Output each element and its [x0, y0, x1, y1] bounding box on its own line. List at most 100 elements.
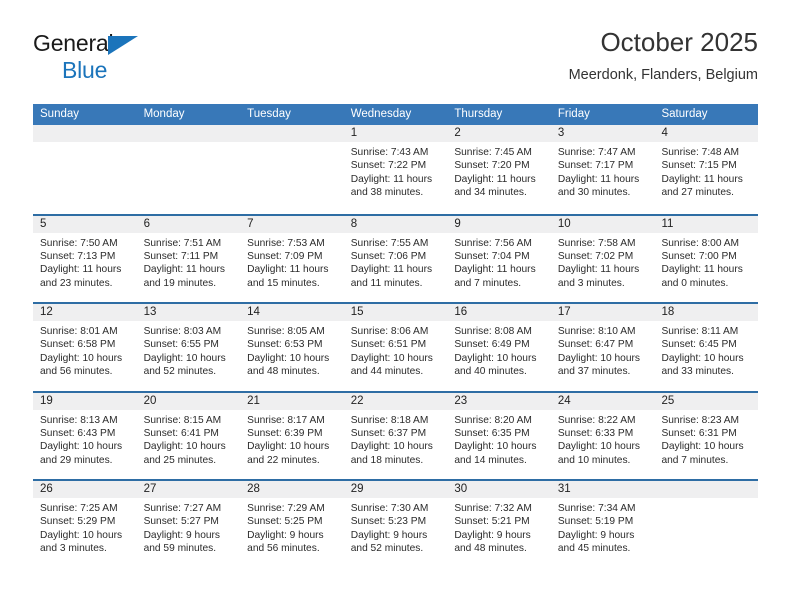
- day-cell-2[interactable]: 2 Sunrise: 7:45 AM Sunset: 7:20 PM Daylight…: [447, 125, 551, 214]
- day-sun-info: Sunrise: 7:55 AM Sunset: 7:06 PM Daylight:…: [344, 233, 448, 291]
- day-cell-23[interactable]: 23 Sunrise: 8:20 AM Sunset: 6:35 PM Dayligh…: [447, 392, 551, 479]
- day-cell-26[interactable]: 26 Sunrise: 7:25 AM Sunset: 5:29 PM Dayligh…: [33, 481, 137, 568]
- day-cell-18[interactable]: 18 Sunrise: 8:11 AM Sunset: 6:45 PM Dayligh…: [654, 304, 759, 391]
- day-sun-info: Sunrise: 7:25 AM Sunset: 5:29 PM Daylight:…: [33, 498, 137, 556]
- sunrise-text: Sunrise: 8:10 AM: [557, 326, 636, 337]
- sunset-text: Sunset: 5:25 PM: [247, 516, 323, 528]
- daylight-text-line1: Daylight: 10 hours: [40, 529, 123, 541]
- sunrise-text: Sunrise: 8:00 AM: [661, 237, 740, 249]
- day-number: 14: [240, 304, 344, 321]
- daylight-text-line2: and 52 minutes.: [350, 543, 424, 555]
- day-cell-25[interactable]: 25 Sunrise: 8:23 AM Sunset: 6:31 PM Dayligh…: [654, 392, 759, 479]
- sunrise-text: Sunrise: 8:22 AM: [557, 414, 636, 426]
- day-sun-info: Sunrise: 8:08 AM Sunset: 6:49 PM Daylight:…: [447, 321, 551, 379]
- sunset-text: Sunset: 6:37 PM: [350, 427, 427, 439]
- day-cell-21[interactable]: 21 Sunrise: 8:17 AM Sunset: 6:39 PM Dayligh…: [240, 392, 344, 479]
- calendar-week-row: 26 Sunrise: 7:25 AM Sunset: 5:29 PM Dayligh…: [33, 479, 759, 568]
- sunset-text: Sunset: 7:02 PM: [557, 250, 634, 262]
- sunrise-text: Sunrise: 8:05 AM: [247, 326, 325, 337]
- calendar-grid: Sunday Monday Tuesday Wednesday Thursday Frid…: [33, 104, 759, 568]
- day-cell-27[interactable]: 27 Sunrise: 7:27 AM Sunset: 5:27 PM Dayligh…: [136, 481, 241, 568]
- day-cell-1[interactable]: 1 Sunrise: 7:43 AM Sunset: 7:22 PM Daylight…: [343, 125, 448, 214]
- day-number: 3: [550, 125, 655, 142]
- daylight-text-line2: and 48 minutes.: [247, 366, 320, 378]
- calendar-week-row: 1 Sunrise: 7:43 AM Sunset: 7:22 PM Daylight…: [33, 125, 759, 214]
- day-cell-5[interactable]: 5 Sunrise: 7:50 AM Sunset: 7:13 PM Daylight…: [33, 215, 137, 302]
- daylight-text-line2: and 33 minutes.: [661, 366, 734, 378]
- sunset-text: Sunset: 7:15 PM: [661, 160, 737, 172]
- day-sun-info: Sunrise: 7:34 AM Sunset: 5:19 PM Daylight:…: [551, 498, 655, 556]
- daylight-text-line1: Daylight: 10 hours: [454, 441, 537, 453]
- day-sun-info: Sunrise: 8:11 AM Sunset: 6:45 PM Daylight:…: [654, 321, 758, 379]
- day-cell-16[interactable]: 16 Sunrise: 8:08 AM Sunset: 6:49 PM Dayligh…: [447, 304, 551, 391]
- day-cell-14[interactable]: 14 Sunrise: 8:05 AM Sunset: 6:53 PM Dayligh…: [240, 304, 344, 391]
- day-number: 10: [550, 215, 655, 233]
- day-cell-15[interactable]: 15 Sunrise: 8:06 AM Sunset: 6:51 PM Dayligh…: [343, 304, 448, 391]
- day-cell-7[interactable]: 7 Sunrise: 7:53 AM Sunset: 7:09 PM Daylight…: [240, 215, 344, 302]
- weekday-header-thursday: Thursday: [454, 108, 503, 120]
- day-cell-empty: [240, 125, 344, 214]
- sunset-text: Sunset: 5:29 PM: [40, 516, 116, 528]
- day-cell-12[interactable]: 12 Sunrise: 8:01 AM Sunset: 6:58 PM Dayligh…: [33, 304, 137, 391]
- daylight-text-line1: Daylight: 10 hours: [143, 441, 226, 453]
- daylight-text-line2: and 3 minutes.: [557, 277, 625, 289]
- sunset-text: Sunset: 7:13 PM: [40, 250, 116, 262]
- title-block: October 2025 Meerdonk, Flanders, Belgium: [569, 26, 758, 84]
- day-number: [654, 481, 759, 498]
- sunrise-text: Sunrise: 7:48 AM: [661, 147, 740, 158]
- day-cell-28[interactable]: 28 Sunrise: 7:29 AM Sunset: 5:25 PM Dayligh…: [240, 481, 344, 568]
- day-cell-30[interactable]: 30 Sunrise: 7:32 AM Sunset: 5:21 PM Dayligh…: [447, 481, 551, 568]
- logo-text-blue: Blue: [62, 57, 108, 83]
- sunrise-text: Sunrise: 8:03 AM: [143, 326, 222, 337]
- day-cell-22[interactable]: 22 Sunrise: 8:18 AM Sunset: 6:37 PM Dayligh…: [343, 392, 448, 479]
- day-sun-info: Sunrise: 8:06 AM Sunset: 6:51 PM Daylight:…: [344, 321, 448, 379]
- day-number: 27: [136, 481, 241, 498]
- daylight-text-line2: and 18 minutes.: [350, 454, 424, 466]
- daylight-text-line2: and 3 minutes.: [40, 543, 107, 555]
- day-cell-4[interactable]: 4 Sunrise: 7:48 AM Sunset: 7:15 PM Daylight…: [654, 125, 759, 214]
- daylight-text-line1: Daylight: 9 hours: [350, 529, 428, 541]
- day-cell-19[interactable]: 19 Sunrise: 8:13 AM Sunset: 6:43 PM Dayligh…: [33, 392, 137, 479]
- day-number: 11: [654, 215, 759, 233]
- day-sun-info: Sunrise: 7:58 AM Sunset: 7:02 PM Daylight:…: [551, 233, 655, 291]
- sunrise-text: Sunrise: 8:11 AM: [661, 326, 739, 337]
- day-cell-11[interactable]: 11 Sunrise: 8:00 AM Sunset: 7:00 PM Dayligh…: [654, 215, 759, 302]
- sunset-text: Sunset: 7:09 PM: [247, 250, 323, 262]
- weekday-header-row: Sunday Monday Tuesday Wednesday Thursday Frid…: [33, 104, 758, 125]
- day-number: 28: [240, 481, 344, 498]
- day-number: 29: [343, 481, 448, 498]
- day-cell-empty: [33, 125, 137, 214]
- triangle-icon: [108, 36, 138, 55]
- day-cell-3[interactable]: 3 Sunrise: 7:47 AM Sunset: 7:17 PM Daylight…: [550, 125, 655, 214]
- day-cell-31[interactable]: 31 Sunrise: 7:34 AM Sunset: 5:19 PM Dayligh…: [550, 481, 655, 568]
- daylight-text-line2: and 34 minutes.: [454, 187, 527, 199]
- daylight-text-line1: Daylight: 10 hours: [247, 441, 330, 453]
- calendar-week-row: 12 Sunrise: 8:01 AM Sunset: 6:58 PM Dayligh…: [33, 302, 759, 391]
- sunrise-text: Sunrise: 7:32 AM: [454, 503, 532, 514]
- day-cell-20[interactable]: 20 Sunrise: 8:15 AM Sunset: 6:41 PM Dayligh…: [136, 392, 241, 479]
- daylight-text-line1: Daylight: 10 hours: [661, 441, 744, 453]
- sunset-text: Sunset: 5:19 PM: [557, 516, 634, 528]
- daylight-text-line2: and 48 minutes.: [454, 543, 527, 555]
- weekday-header-sunday: Sunday: [40, 108, 80, 120]
- sunset-text: Sunset: 7:11 PM: [143, 250, 219, 262]
- day-cell-24[interactable]: 24 Sunrise: 8:22 AM Sunset: 6:33 PM Dayligh…: [550, 392, 655, 479]
- day-cell-17[interactable]: 17 Sunrise: 8:10 AM Sunset: 6:47 PM Dayligh…: [550, 304, 655, 391]
- day-number: 24: [550, 392, 655, 410]
- day-cell-10[interactable]: 10 Sunrise: 7:58 AM Sunset: 7:02 PM Dayligh…: [550, 215, 655, 302]
- sunrise-text: Sunrise: 7:58 AM: [557, 237, 636, 249]
- day-number: 21: [240, 392, 344, 410]
- daylight-text-line2: and 22 minutes.: [247, 454, 320, 466]
- day-sun-info: Sunrise: 8:13 AM Sunset: 6:43 PM Daylight:…: [33, 410, 137, 468]
- sunrise-text: Sunrise: 7:34 AM: [557, 503, 636, 514]
- sunset-text: Sunset: 6:53 PM: [247, 339, 323, 351]
- daylight-text-line2: and 56 minutes.: [247, 543, 320, 555]
- day-cell-9[interactable]: 9 Sunrise: 7:56 AM Sunset: 7:04 PM Daylight…: [447, 215, 551, 302]
- day-cell-6[interactable]: 6 Sunrise: 7:51 AM Sunset: 7:11 PM Daylight…: [136, 215, 241, 302]
- calendar-week-row: 19 Sunrise: 8:13 AM Sunset: 6:43 PM Dayligh…: [33, 390, 759, 479]
- weekday-header-tuesday: Tuesday: [247, 108, 291, 120]
- sunrise-text: Sunrise: 7:55 AM: [350, 237, 429, 249]
- day-cell-8[interactable]: 8 Sunrise: 7:55 AM Sunset: 7:06 PM Daylight…: [343, 215, 448, 302]
- day-cell-13[interactable]: 13 Sunrise: 8:03 AM Sunset: 6:55 PM Dayligh…: [136, 304, 241, 391]
- day-cell-29[interactable]: 29 Sunrise: 7:30 AM Sunset: 5:23 PM Dayligh…: [343, 481, 448, 568]
